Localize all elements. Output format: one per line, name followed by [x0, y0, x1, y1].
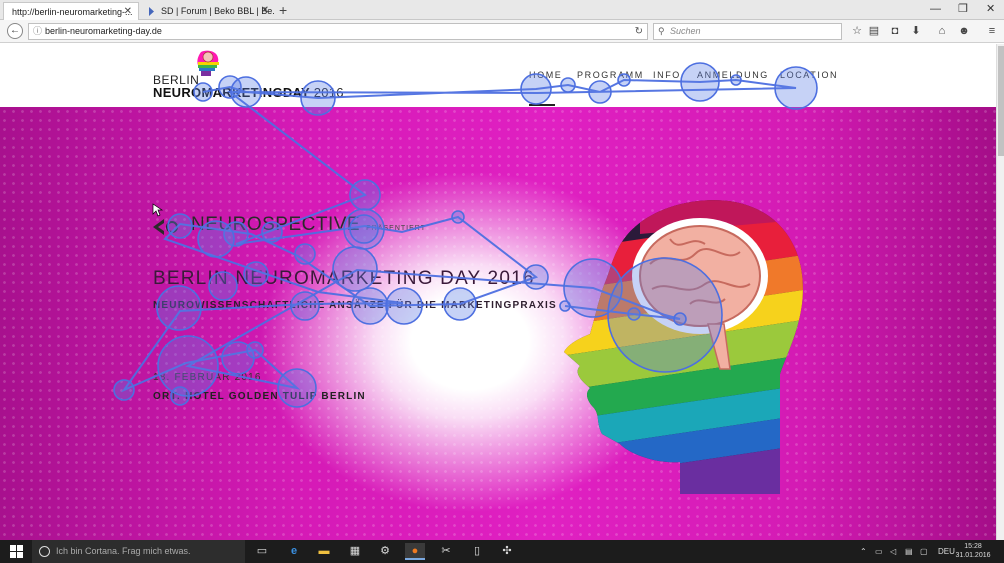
- eye-tracker-app-icon[interactable]: ✣: [497, 543, 517, 560]
- active-nav-underline: [529, 104, 555, 106]
- battery-icon[interactable]: ▭: [875, 540, 883, 563]
- reader-icon[interactable]: ▤: [867, 24, 881, 38]
- tools-icon[interactable]: ✂: [436, 543, 456, 560]
- network-icon[interactable]: ▤: [905, 540, 913, 563]
- close-tab-icon[interactable]: ✕: [261, 2, 269, 20]
- file-explorer-icon[interactable]: ▬: [314, 543, 334, 560]
- bookmark-star-icon[interactable]: ☆: [850, 24, 864, 38]
- clock-time: 15:28: [964, 543, 982, 550]
- hero-banner: [0, 107, 996, 540]
- show-hidden-icons-chevron-icon[interactable]: ⌃: [860, 540, 867, 563]
- site-identity-icon[interactable]: ⓘ: [33, 24, 42, 39]
- search-input[interactable]: ⚲ Suchen: [653, 23, 842, 40]
- screen: http://berlin-neuromarketing-... ✕ SD | …: [0, 0, 1004, 563]
- tab-label: SD | Forum | Beko BBL | Be...: [161, 6, 275, 16]
- hero-title: BERLIN NEUROMARKETING DAY 2016: [153, 268, 535, 289]
- back-arrow-icon[interactable]: ←: [7, 23, 23, 39]
- cortana-placeholder: Ich bin Cortana. Frag mich etwas.: [56, 546, 191, 556]
- reload-icon[interactable]: ↻: [635, 24, 643, 39]
- tab-sd-forum[interactable]: SD | Forum | Beko BBL | Be... ✕: [141, 2, 275, 20]
- settings-gear-icon[interactable]: ⚙: [375, 543, 395, 560]
- nav-location[interactable]: LOCATION: [780, 70, 838, 80]
- new-tab-button[interactable]: +: [279, 1, 287, 19]
- windows-taskbar: Ich bin Cortana. Frag mich etwas. ▭ e ▬ …: [0, 540, 1004, 563]
- search-icon: ⚲: [658, 26, 665, 36]
- gaze-fixation: [588, 80, 612, 104]
- url-bar[interactable]: ⓘ berlin-neuromarketing-day.de ↻: [28, 23, 648, 40]
- notifications-icon[interactable]: ▢: [920, 540, 928, 563]
- nav-anmeldung[interactable]: ANMELDUNG: [697, 70, 769, 80]
- navigation-toolbar: ← ⓘ berlin-neuromarketing-day.de ↻ ⚲ Suc…: [0, 20, 1004, 43]
- cortana-icon: [39, 546, 50, 557]
- windows-start-icon[interactable]: [10, 545, 23, 558]
- search-placeholder: Suchen: [670, 26, 701, 36]
- gaze-fixation: [680, 62, 720, 102]
- presenter-tagline: PRÄSENTIERT: [366, 225, 426, 232]
- logo-year: 2016: [313, 85, 344, 100]
- pocket-icon[interactable]: ◘: [888, 24, 902, 38]
- nav-info[interactable]: INFO: [653, 70, 681, 80]
- document-icon[interactable]: ▯: [467, 543, 487, 560]
- system-clock[interactable]: 15:28 31.01.2016: [955, 542, 991, 560]
- tab-bar: http://berlin-neuromarketing-... ✕ SD | …: [0, 0, 1004, 20]
- nav-home[interactable]: HOME: [529, 70, 562, 80]
- close-window-icon[interactable]: ✕: [986, 2, 995, 16]
- page-scrollbar[interactable]: [996, 44, 1004, 540]
- event-date: 18. FEBRUAR 2016: [153, 372, 262, 383]
- tab-label: http://berlin-neuromarketing-...: [12, 7, 133, 17]
- nav-programm[interactable]: PROGRAMM: [577, 70, 644, 80]
- store-icon[interactable]: ▦: [345, 543, 365, 560]
- task-view-icon[interactable]: ▭: [252, 543, 272, 560]
- logo-name: NEUROMARKETINGDAY: [153, 85, 310, 100]
- minimize-window-icon[interactable]: —: [930, 2, 941, 16]
- gaze-fixation: [560, 77, 576, 93]
- firefox-icon[interactable]: ●: [405, 543, 425, 560]
- clock-date: 31.01.2016: [955, 552, 991, 559]
- download-icon[interactable]: ⬇: [909, 24, 923, 38]
- scrollbar-thumb[interactable]: [998, 46, 1004, 156]
- restore-window-icon[interactable]: ❐: [958, 2, 968, 16]
- chat-icon[interactable]: ☻: [957, 24, 971, 38]
- close-tab-icon[interactable]: ✕: [124, 3, 132, 20]
- event-venue: ORT: HOTEL GOLDEN TULIP BERLIN: [153, 391, 366, 402]
- volume-icon[interactable]: ◁: [890, 540, 896, 563]
- forum-favicon-icon: [149, 7, 154, 16]
- tab-berlin-neuromarketing[interactable]: http://berlin-neuromarketing-... ✕: [3, 2, 139, 20]
- neurospective-logo: NEUROSPECTIVE PRÄSENTIERT: [155, 214, 426, 236]
- site-logo[interactable]: NEUROMARKETINGDAY 2016: [153, 85, 344, 100]
- menu-icon[interactable]: ≡: [985, 24, 999, 38]
- rainbow-head-illustration: [564, 200, 803, 494]
- edge-browser-icon[interactable]: e: [284, 543, 304, 560]
- url-text: berlin-neuromarketing-day.de: [45, 26, 162, 36]
- home-icon[interactable]: ⌂: [935, 24, 949, 38]
- web-page: BERLIN NEUROMARKETINGDAY 2016 HOME PROGR…: [0, 44, 996, 540]
- presenter-name: NEUROSPECTIVE: [191, 214, 361, 235]
- hero-subtitle: NEUROWISSENSCHAFTLICHE ANSÄTZE FÜR DIE M…: [153, 300, 557, 311]
- cortana-search-input[interactable]: Ich bin Cortana. Frag mich etwas.: [32, 540, 245, 563]
- language-indicator[interactable]: DEU: [938, 540, 955, 563]
